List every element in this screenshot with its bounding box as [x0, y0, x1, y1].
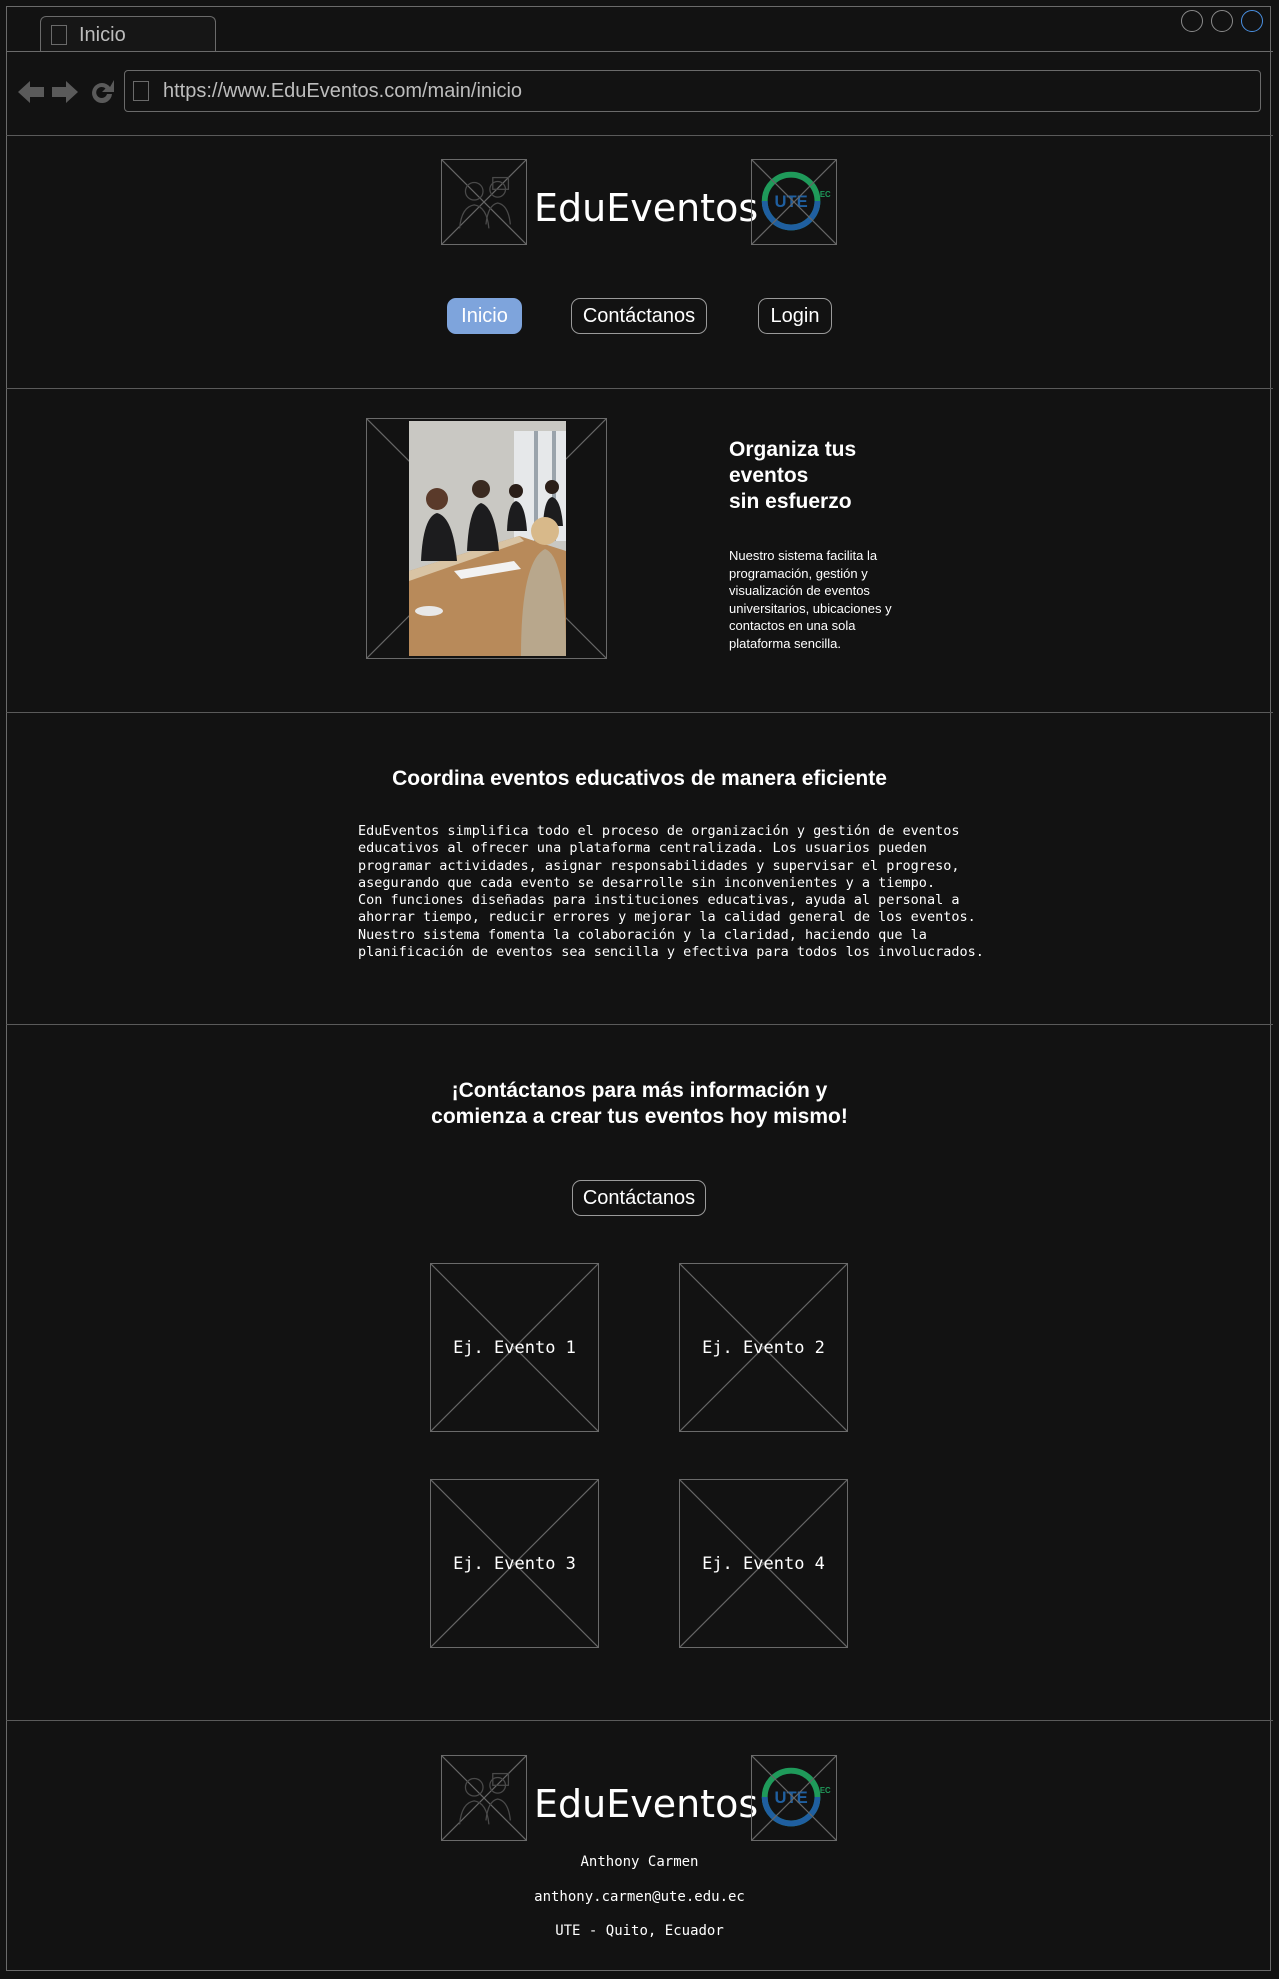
nav-inicio-button[interactable]: Inicio	[447, 298, 522, 334]
people-logo-icon	[441, 1755, 527, 1841]
ute-ec-logo-icon: UTE EC	[751, 159, 837, 245]
minimize-button[interactable]	[1181, 10, 1203, 32]
hero-image-placeholder	[366, 418, 607, 659]
event-card-label: Ej. Evento 2	[702, 1337, 825, 1358]
toolbar-divider	[6, 135, 1273, 136]
footer-divider	[6, 1720, 1273, 1721]
maximize-button[interactable]	[1211, 10, 1233, 32]
footer-location: UTE - Quito, Ecuador	[555, 1923, 724, 1939]
page-icon	[51, 25, 67, 45]
event-card-label: Ej. Evento 3	[453, 1553, 576, 1574]
hero-title: Organiza tus eventos sin esfuerzo	[729, 438, 857, 513]
reload-icon[interactable]	[88, 78, 116, 106]
address-bar[interactable]: https://www.EduEventos.com/main/inicio	[124, 70, 1261, 112]
nav-login-button[interactable]: Login	[758, 298, 832, 334]
back-arrow-icon[interactable]	[16, 78, 46, 106]
event-card[interactable]: Ej. Evento 1	[430, 1263, 599, 1432]
hero-divider	[6, 712, 1273, 713]
event-card[interactable]: Ej. Evento 2	[679, 1263, 848, 1432]
about-title: Coordina eventos educativos de manera ef…	[392, 767, 887, 790]
cta-contactanos-button[interactable]: Contáctanos	[572, 1180, 706, 1216]
svg-text:EC: EC	[820, 1786, 831, 1795]
nav-contactanos-button[interactable]: Contáctanos	[571, 298, 707, 334]
about-divider	[6, 1024, 1273, 1025]
footer-author: Anthony Carmen	[580, 1854, 699, 1870]
event-card[interactable]: Ej. Evento 4	[679, 1479, 848, 1648]
page-icon	[133, 81, 149, 101]
cta-title: ¡Contáctanos para más información y comi…	[431, 1079, 848, 1128]
about-text: EduEventos simplifica todo el proceso de…	[358, 823, 984, 961]
event-card-label: Ej. Evento 4	[702, 1553, 825, 1574]
event-card[interactable]: Ej. Evento 3	[430, 1479, 599, 1648]
header-divider	[6, 388, 1273, 389]
reception-photo	[409, 421, 566, 656]
svg-text:UTE: UTE	[774, 1788, 807, 1807]
brand-name: EduEventos	[534, 186, 759, 230]
svg-text:UTE: UTE	[774, 192, 807, 211]
ute-ec-logo-icon: UTE EC	[751, 1755, 837, 1841]
tab-title: Inicio	[79, 24, 126, 46]
event-card-label: Ej. Evento 1	[453, 1337, 576, 1358]
people-logo-icon	[441, 159, 527, 245]
footer-brand-name: EduEventos	[534, 1782, 759, 1826]
url-text: https://www.EduEventos.com/main/inicio	[163, 80, 523, 102]
tab-bar-divider	[6, 51, 1273, 52]
footer-email[interactable]: anthony.carmen@ute.edu.ec	[0, 1889, 1279, 1905]
browser-tab[interactable]: Inicio	[40, 16, 216, 52]
hero-description: Nuestro sistema facilita la programación…	[729, 548, 892, 651]
forward-arrow-icon[interactable]	[50, 78, 80, 106]
svg-text:EC: EC	[820, 190, 831, 199]
close-button[interactable]	[1241, 10, 1263, 32]
